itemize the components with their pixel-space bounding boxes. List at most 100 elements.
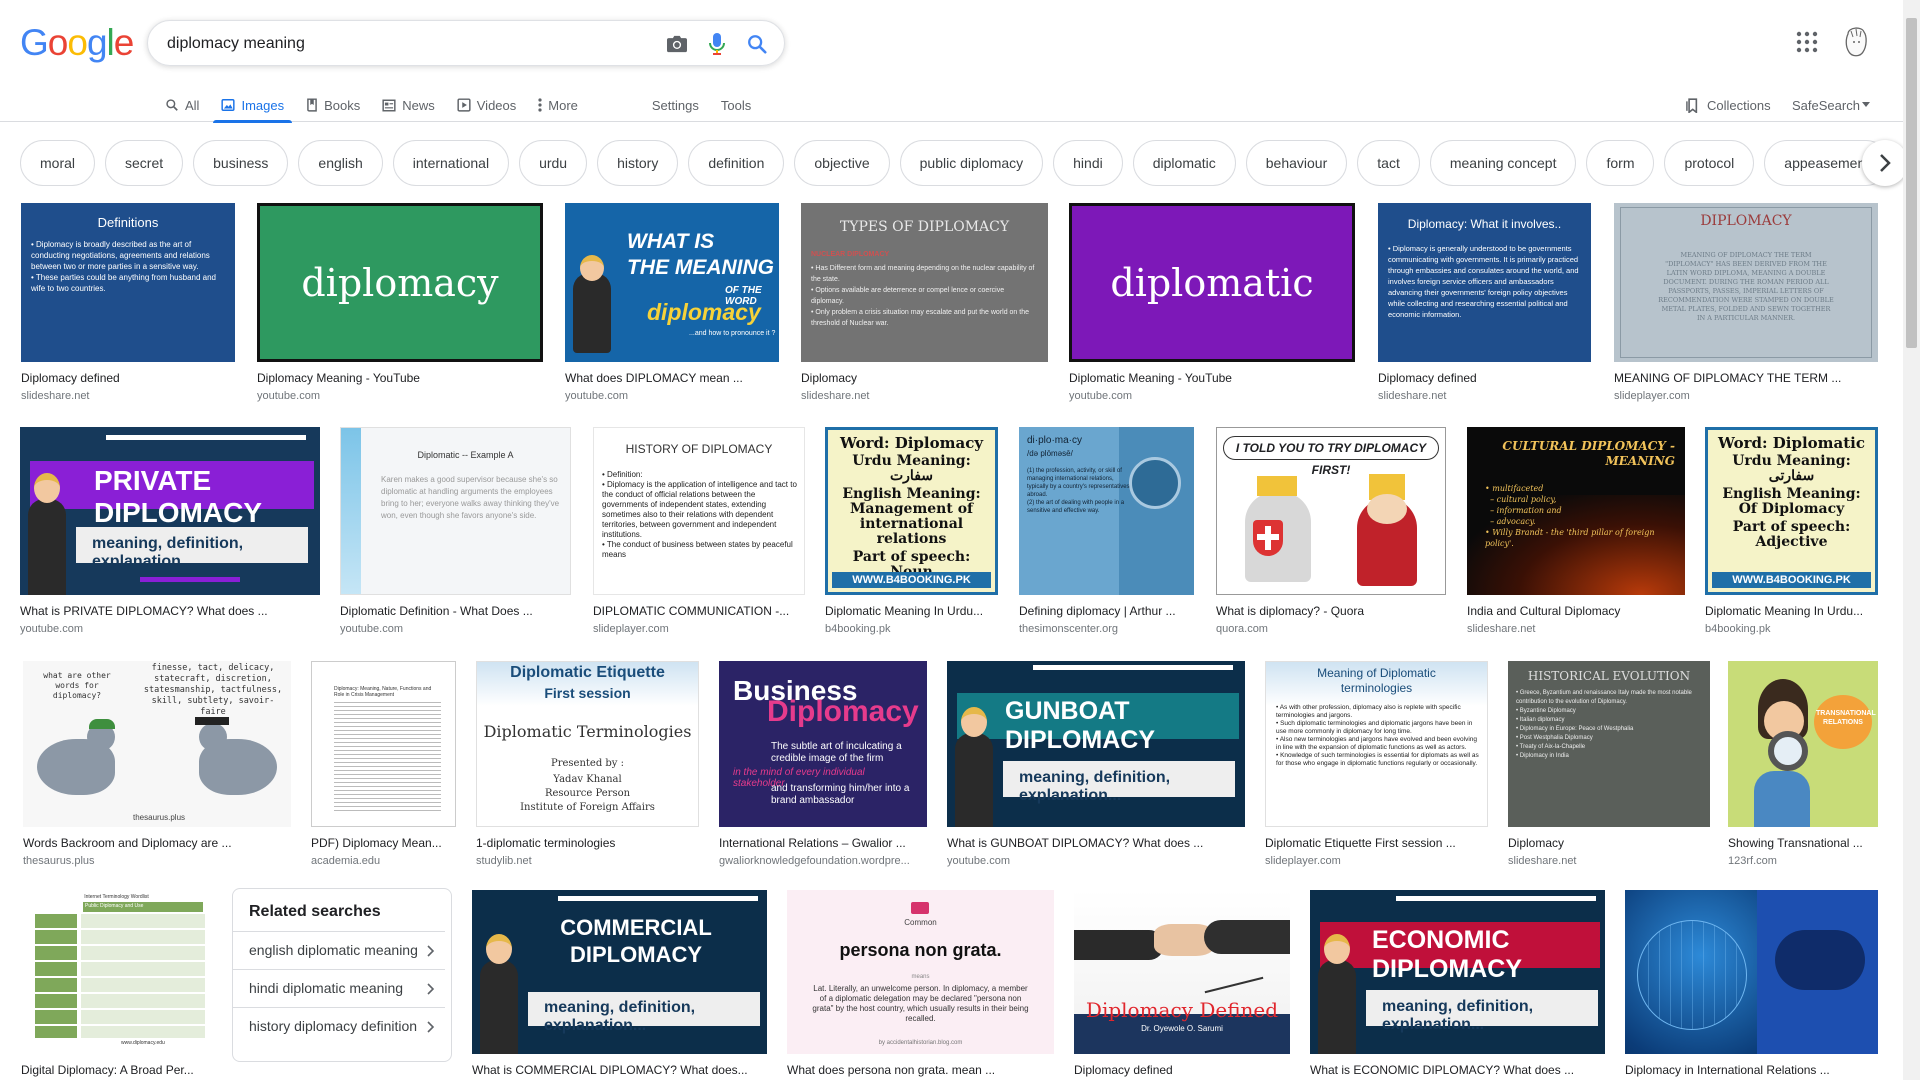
- result-source[interactable]: slideshare.net: [21, 389, 235, 403]
- result-title[interactable]: Diplomatic Meaning In Urdu...: [1705, 603, 1878, 619]
- image-result[interactable]: WHAT IS THE MEANING OF THE WORD diplomac…: [565, 203, 779, 403]
- image-result[interactable]: diplomacy Diplomacy Meaning - YouTube yo…: [257, 203, 543, 403]
- chip-objective[interactable]: objective: [794, 140, 890, 186]
- result-title[interactable]: What does persona non grata. mean ...: [787, 1062, 1054, 1078]
- result-source[interactable]: b4booking.pk: [825, 622, 998, 636]
- image-result[interactable]: TYPES OF DIPLOMACY NUCLEAR DIPLOMACY • H…: [801, 203, 1048, 403]
- result-title[interactable]: PDF) Diplomacy Mean...: [311, 835, 456, 851]
- chip-history[interactable]: history: [597, 140, 679, 186]
- image-result[interactable]: ECONOMIC DIPLOMACY meaning, definition, …: [1310, 890, 1605, 1078]
- image-result[interactable]: Diplomacy Defined Dr. Oyewole O. Sarumi …: [1074, 890, 1290, 1078]
- image-result[interactable]: Internet Terminology Wordlist Public Dip…: [21, 890, 212, 1078]
- result-source[interactable]: youtube.com: [340, 622, 571, 636]
- image-result[interactable]: I TOLD YOU TO TRY DIPLOMACY FIRST! What …: [1216, 427, 1446, 636]
- chip-form[interactable]: form: [1586, 140, 1655, 186]
- image-result[interactable]: Meaning of Diplomatic terminologies • As…: [1265, 661, 1488, 868]
- image-result[interactable]: GUNBOAT DIPLOMACY meaning, definition, e…: [947, 661, 1245, 868]
- result-source[interactable]: slideshare.net: [1378, 389, 1591, 403]
- image-result[interactable]: Word: Diplomacy Urdu Meaning: سفارت Engl…: [825, 427, 998, 636]
- safesearch-toggle[interactable]: SafeSearch: [1792, 88, 1870, 122]
- image-result[interactable]: Diplomacy in International Relations ...: [1625, 890, 1878, 1078]
- related-search-item[interactable]: history diplomacy definition: [233, 1007, 445, 1045]
- image-result[interactable]: Diplomatic Etiquette First session Diplo…: [476, 661, 699, 868]
- result-title[interactable]: Diplomacy: [1508, 835, 1710, 851]
- result-title[interactable]: What is diplomacy? - Quora: [1216, 603, 1446, 619]
- result-title[interactable]: What is GUNBOAT DIPLOMACY? What does ...: [947, 835, 1245, 851]
- chip-behaviour[interactable]: behaviour: [1245, 140, 1348, 186]
- result-title[interactable]: Showing Transnational ...: [1728, 835, 1878, 851]
- image-result[interactable]: COMMERCIAL DIPLOMACY meaning, definition…: [472, 890, 767, 1078]
- image-result[interactable]: Diplomacy: What it involves.. • Diplomac…: [1378, 203, 1591, 403]
- related-search-item[interactable]: hindi diplomatic meaning: [233, 969, 445, 1007]
- result-source[interactable]: studylib.net: [476, 854, 699, 868]
- result-source[interactable]: slideplayer.com: [593, 622, 805, 636]
- result-source[interactable]: slideshare.net: [801, 389, 1048, 403]
- result-title[interactable]: What is COMMERCIAL DIPLOMACY? What does.…: [472, 1062, 767, 1078]
- result-title[interactable]: Defining diplomacy | Arthur ...: [1019, 603, 1194, 619]
- chip-protocol[interactable]: protocol: [1664, 140, 1755, 186]
- scrollbar[interactable]: [1903, 0, 1920, 1080]
- related-search-item[interactable]: english diplomatic meaning: [233, 931, 445, 969]
- result-source[interactable]: slideshare.net: [1467, 622, 1685, 636]
- result-title[interactable]: DIPLOMATIC COMMUNICATION -...: [593, 603, 805, 619]
- image-result[interactable]: HISTORICAL EVOLUTION • Greece, Byzantium…: [1508, 661, 1710, 868]
- result-title[interactable]: Diplomacy Meaning - YouTube: [257, 370, 543, 386]
- chip-urdu[interactable]: urdu: [519, 140, 588, 186]
- result-source[interactable]: youtube.com: [947, 854, 1245, 868]
- scrollbar-thumb[interactable]: [1906, 18, 1917, 348]
- chip-international[interactable]: international: [392, 140, 510, 186]
- tab-images[interactable]: Images: [213, 88, 292, 123]
- result-source[interactable]: 123rf.com: [1728, 854, 1878, 868]
- result-title[interactable]: What is ECONOMIC DIPLOMACY? What does ..…: [1310, 1062, 1605, 1078]
- image-result[interactable]: Diplomatic -- Example A Karen makes a go…: [340, 427, 571, 636]
- image-result[interactable]: CULTURAL DIPLOMACY - MEANING • multiface…: [1467, 427, 1685, 636]
- result-title[interactable]: What is PRIVATE DIPLOMACY? What does ...: [20, 603, 320, 619]
- result-source[interactable]: gwaliorknowledgefoundation.wordpre...: [719, 854, 927, 868]
- avatar[interactable]: [1840, 24, 1872, 60]
- chip-tact[interactable]: tact: [1357, 140, 1420, 186]
- camera-icon[interactable]: [664, 31, 690, 57]
- result-source[interactable]: thesaurus.plus: [23, 854, 291, 868]
- tab-videos[interactable]: Videos: [457, 88, 516, 122]
- image-result[interactable]: Word: Diplomatic Urdu Meaning: سفارتی En…: [1705, 427, 1878, 636]
- result-title[interactable]: Diplomatic Meaning - YouTube: [1069, 370, 1355, 386]
- result-title[interactable]: Diplomacy defined: [1074, 1062, 1290, 1078]
- result-source[interactable]: slideplayer.com: [1265, 854, 1488, 868]
- result-title[interactable]: Diplomacy defined: [1378, 370, 1591, 386]
- image-result[interactable]: Definitions • Diplomacy is broadly descr…: [21, 203, 235, 403]
- image-result[interactable]: diplomatic Diplomatic Meaning - YouTube …: [1069, 203, 1355, 403]
- image-result[interactable]: di·plo·ma·cy /də plōməsē/ (1) the profes…: [1019, 427, 1194, 636]
- tab-more[interactable]: More: [538, 88, 578, 122]
- chips-next-button[interactable]: [1862, 140, 1908, 186]
- tab-all[interactable]: All: [165, 88, 199, 122]
- chip-secret[interactable]: secret: [105, 140, 184, 186]
- result-title[interactable]: India and Cultural Diplomacy: [1467, 603, 1685, 619]
- result-source[interactable]: quora.com: [1216, 622, 1446, 636]
- result-source[interactable]: youtube.com: [257, 389, 543, 403]
- chip-business[interactable]: business: [193, 140, 289, 186]
- image-result[interactable]: Common persona non grata. means Lat. Lit…: [787, 890, 1054, 1078]
- result-source[interactable]: youtube.com: [565, 389, 779, 403]
- image-result[interactable]: Business Diplomacy The subtle art of inc…: [719, 661, 927, 868]
- image-result[interactable]: HISTORY OF DIPLOMACY • Definition: • Dip…: [593, 427, 805, 636]
- image-result[interactable]: PRIVATE DIPLOMACY meaning, definition, e…: [20, 427, 320, 636]
- image-result[interactable]: what are other words for diplomacy? fine…: [23, 661, 291, 868]
- chip-moral[interactable]: moral: [20, 140, 96, 186]
- result-title[interactable]: 1-diplomatic terminologies: [476, 835, 699, 851]
- settings-link[interactable]: Settings: [652, 88, 699, 122]
- result-title[interactable]: Words Backroom and Diplomacy are ...: [23, 835, 291, 851]
- chip-hindi[interactable]: hindi: [1053, 140, 1123, 186]
- mic-icon[interactable]: [704, 31, 730, 57]
- result-title[interactable]: MEANING OF DIPLOMACY THE TERM ...: [1614, 370, 1878, 386]
- result-title[interactable]: Digital Diplomacy: A Broad Per...: [21, 1062, 212, 1078]
- result-source[interactable]: youtube.com: [20, 622, 320, 636]
- result-title[interactable]: What does DIPLOMACY mean ...: [565, 370, 779, 386]
- result-source[interactable]: thesimonscenter.org: [1019, 622, 1194, 636]
- chip-diplomatic[interactable]: diplomatic: [1132, 140, 1236, 186]
- tab-news[interactable]: News: [382, 88, 435, 122]
- chip-meaning-concept[interactable]: meaning concept: [1429, 140, 1577, 186]
- chip-public-diplomacy[interactable]: public diplomacy: [899, 140, 1044, 186]
- tools-link[interactable]: Tools: [721, 88, 751, 122]
- image-result[interactable]: TRANSNATIONAL RELATIONS Showing Transnat…: [1728, 661, 1878, 868]
- result-title[interactable]: Diplomacy: [801, 370, 1048, 386]
